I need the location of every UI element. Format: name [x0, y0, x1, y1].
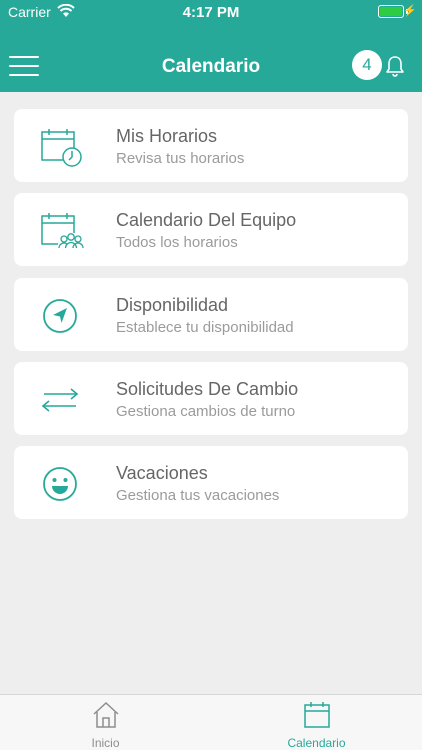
menu-item-label: Calendario Del Equipo	[116, 210, 297, 230]
menu-item-label: Solicitudes De Cambio	[116, 379, 299, 399]
app-header: Carrier 4:17 PM ⚡ Calendario 4	[0, 0, 422, 92]
tab-calendario[interactable]: Calendario	[211, 695, 422, 750]
calendar-clock-icon	[41, 129, 82, 167]
menu-item-subtitle: Gestiona cambios de turno	[116, 403, 296, 420]
swap-arrows-icon	[41, 388, 79, 412]
menu-item-subtitle: Establece tu disponibilidad	[116, 319, 294, 336]
menu-item-subtitle: Gestiona tus vacaciones	[116, 487, 280, 504]
notifications-button[interactable]: 4	[352, 48, 406, 82]
tab-inicio[interactable]: Inicio	[0, 695, 211, 750]
status-time: 4:17 PM	[182, 4, 240, 21]
bell-icon	[386, 56, 404, 77]
home-icon	[93, 701, 119, 728]
notification-count-badge: 4	[352, 50, 382, 80]
menu-item-subtitle: Todos los horarios	[116, 234, 238, 251]
menu-item-mis-horarios[interactable]: Mis Horarios Revisa tus horarios	[14, 109, 408, 182]
battery-level	[380, 7, 402, 16]
tab-bar: Inicio Calendario	[0, 694, 422, 750]
menu-item-label: Mis Horarios	[116, 126, 218, 146]
menu-item-label: Vacaciones	[116, 463, 208, 483]
menu-item-disponibilidad[interactable]: Disponibilidad Establece tu disponibilid…	[14, 278, 408, 351]
charging-bolt-icon: ⚡	[403, 5, 417, 17]
menu-item-vacaciones[interactable]: Vacaciones Gestiona tus vacaciones	[14, 446, 408, 519]
menu-item-calendario-del-equipo[interactable]: Calendario Del Equipo Todos los horarios	[14, 193, 408, 266]
tab-label: Inicio	[91, 736, 120, 750]
battery-icon	[378, 5, 404, 18]
navigation-arrow-icon	[43, 299, 77, 333]
menu-item-label: Disponibilidad	[116, 295, 229, 315]
menu-item-subtitle: Revisa tus horarios	[116, 150, 245, 167]
calendar-icon	[304, 702, 330, 728]
calendar-team-icon	[41, 213, 84, 249]
tab-label: Calendario	[287, 736, 346, 750]
menu-item-solicitudes-de-cambio[interactable]: Solicitudes De Cambio Gestiona cambios d…	[14, 362, 408, 435]
status-bar: Carrier 4:17 PM ⚡	[0, 0, 422, 24]
smiley-icon	[43, 467, 77, 501]
